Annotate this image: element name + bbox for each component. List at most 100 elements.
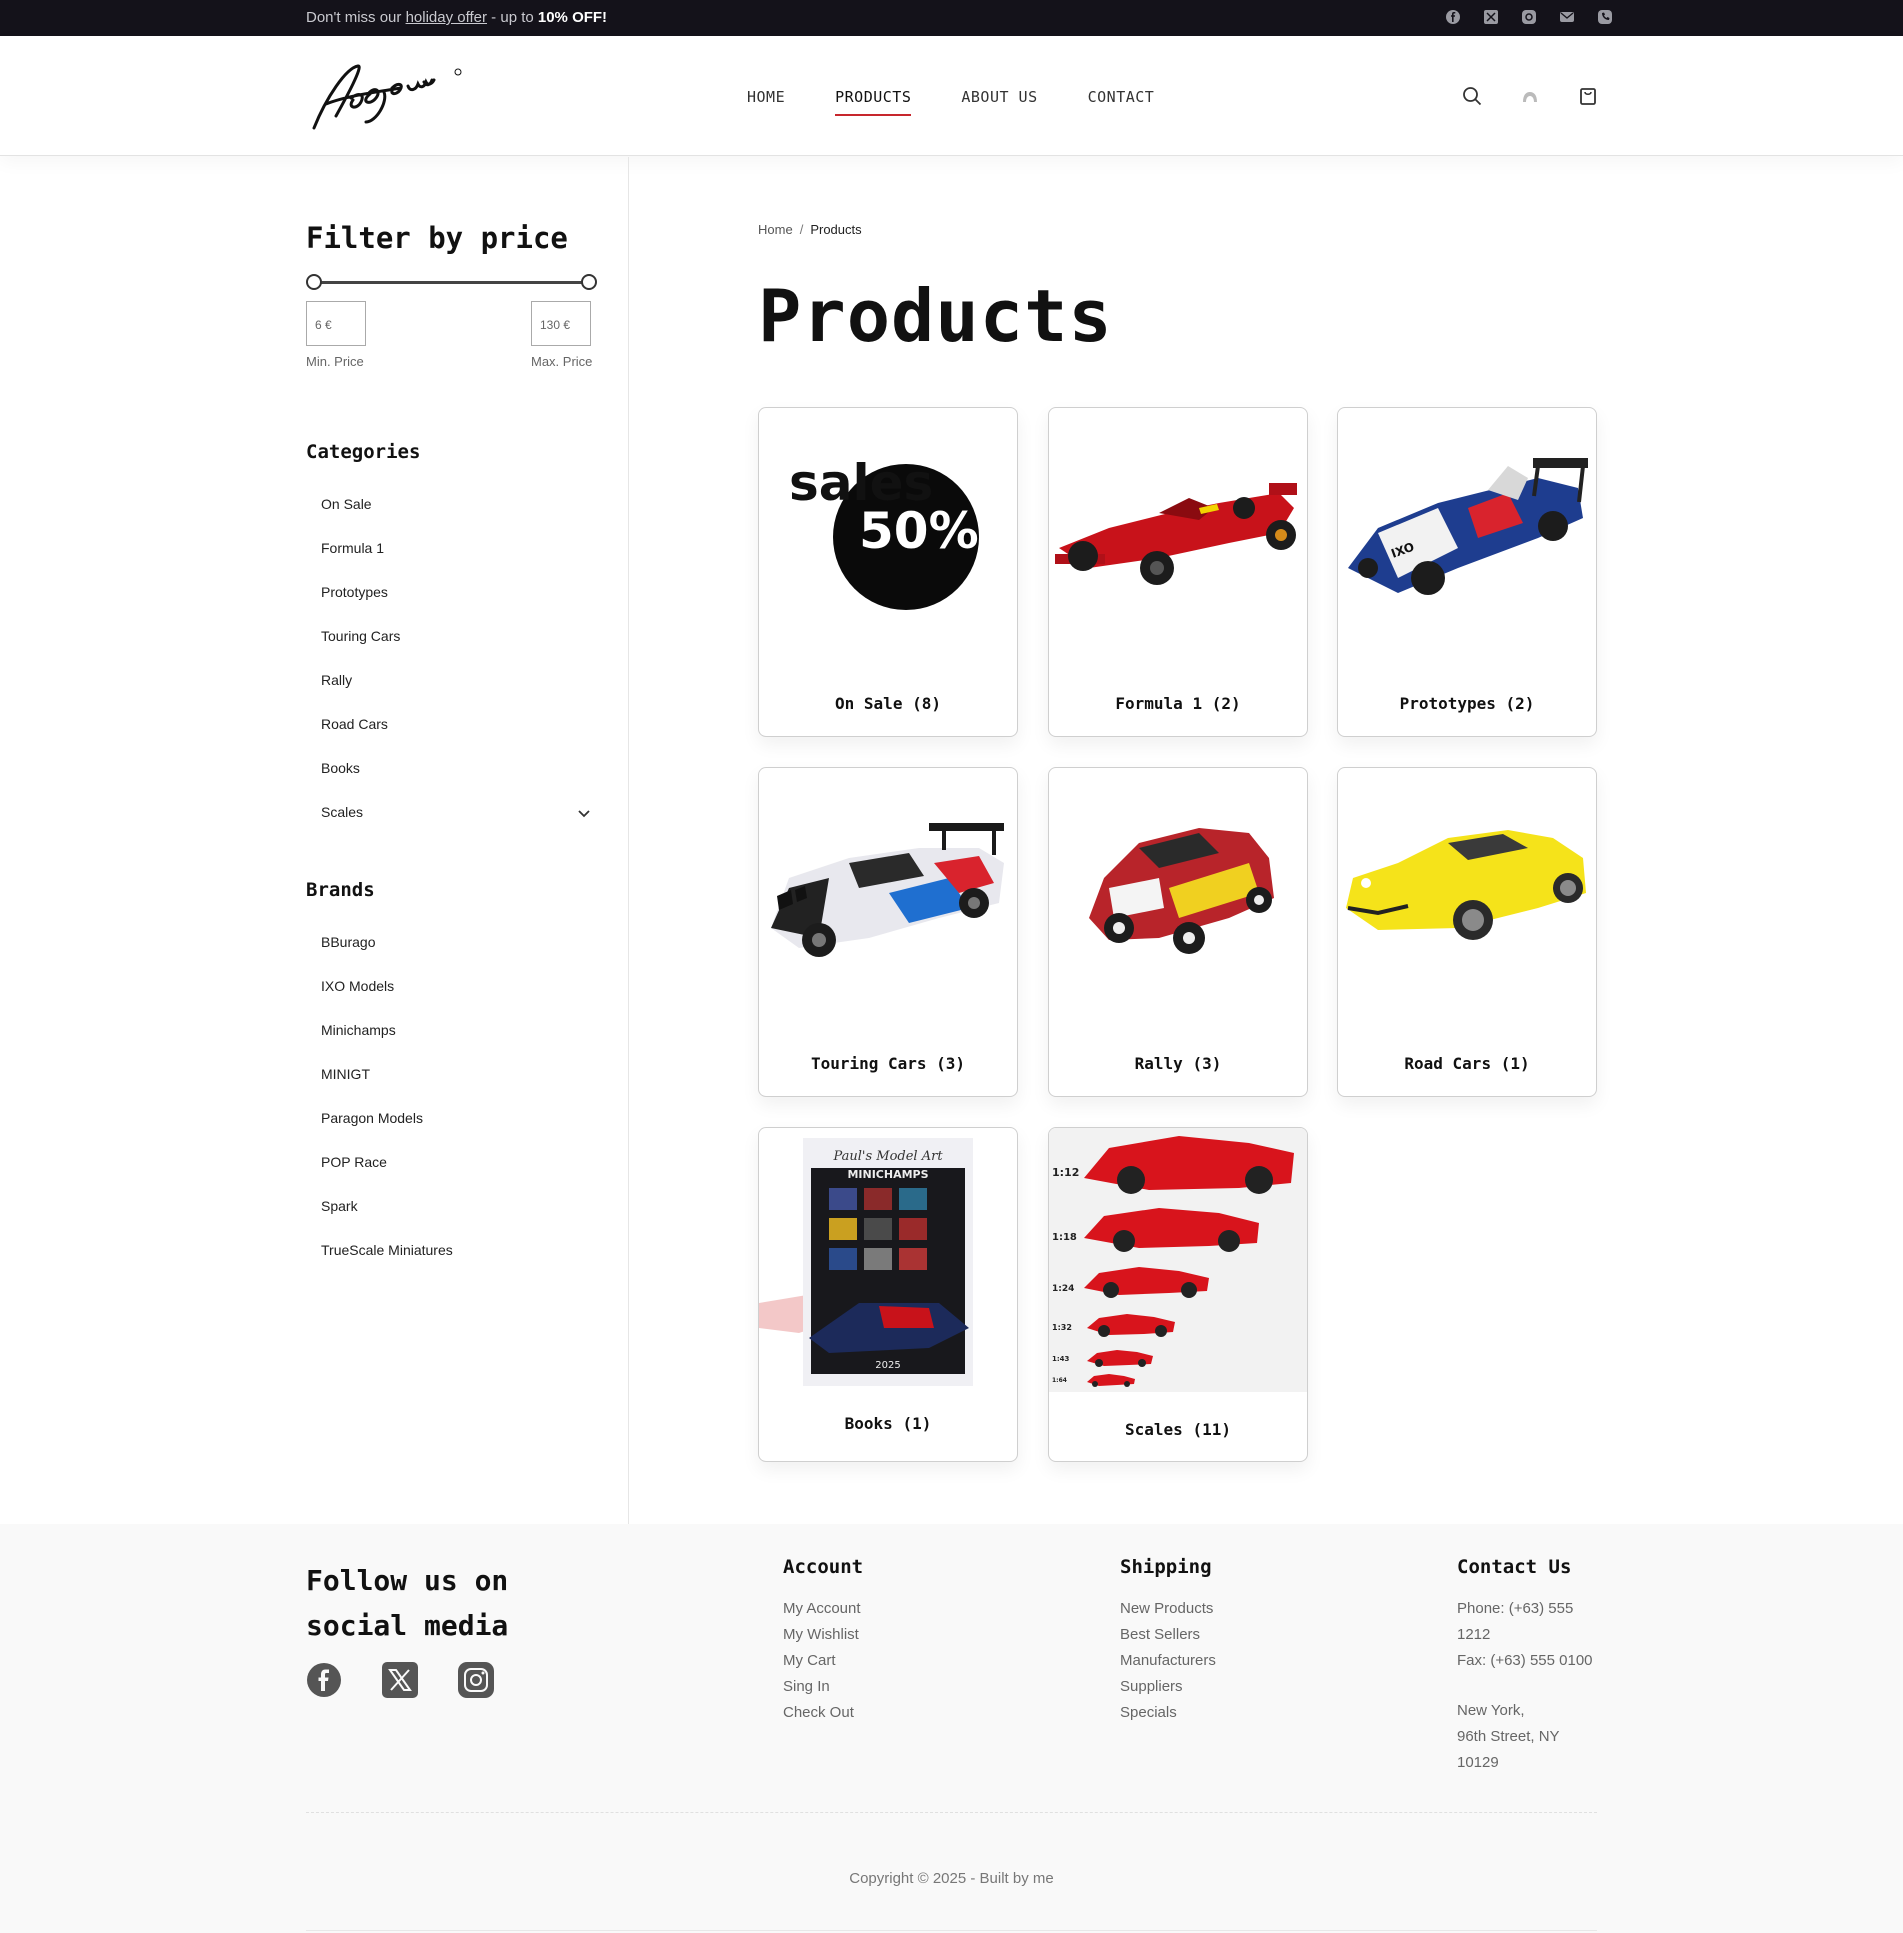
sales-percent: 50% [859, 502, 979, 560]
footer-link-specials[interactable]: Specials [1120, 1700, 1216, 1726]
mail-icon[interactable] [1559, 9, 1575, 25]
nav-home[interactable]: HOME [747, 88, 785, 116]
scale-1-12: 1:12 [1052, 1166, 1079, 1179]
search-icon[interactable] [1462, 86, 1482, 106]
scale-1-18: 1:18 [1052, 1232, 1077, 1243]
brand-truescale-miniatures[interactable]: TrueScale Miniatures [321, 1242, 591, 1286]
categories-list: On Sale Formula 1 Prototypes Touring Car… [321, 496, 591, 848]
chevron-down-icon[interactable] [577, 806, 591, 820]
offer-prefix: Don't miss our [306, 9, 406, 26]
footer-shipping-title: Shipping [1120, 1556, 1212, 1578]
category-card-books[interactable]: Paul's Model Art MINICHAMPS 2025 Books (… [758, 1127, 1018, 1462]
max-price-field[interactable]: 130 € [531, 301, 591, 346]
contact-fax: Fax: (+63) 555 0100 [1457, 1652, 1593, 1669]
instagram-icon[interactable] [1521, 9, 1537, 25]
phone-icon[interactable] [1597, 9, 1613, 25]
card-label: Scales (11) [1125, 1420, 1231, 1439]
rally-car-image [1089, 828, 1274, 954]
x-icon[interactable] [1483, 9, 1499, 25]
card-label: On Sale (8) [835, 694, 941, 713]
footer-link-my-wishlist[interactable]: My Wishlist [783, 1622, 863, 1648]
footer-link-my-account[interactable]: My Account [783, 1596, 863, 1622]
category-prototypes[interactable]: Prototypes [321, 584, 591, 628]
footer-follow-title: Follow us on social media [306, 1564, 509, 1642]
holiday-offer-link[interactable]: holiday offer [406, 9, 487, 26]
card-label: Road Cars (1) [1404, 1054, 1530, 1073]
brand-pop-race[interactable]: POP Race [321, 1154, 591, 1198]
user-icon[interactable] [1520, 86, 1540, 106]
footer-link-new-products[interactable]: New Products [1120, 1596, 1216, 1622]
category-scales[interactable]: Scales [321, 804, 591, 848]
brand-minichamps[interactable]: Minichamps [321, 1022, 591, 1066]
card-label: Books (1) [844, 1414, 932, 1433]
footer-social-links [306, 1662, 494, 1698]
category-on-sale[interactable]: On Sale [321, 496, 591, 540]
category-touring-cars[interactable]: Touring Cars [321, 628, 591, 672]
breadcrumb-separator: / [799, 222, 804, 237]
nav-contact[interactable]: CONTACT [1088, 88, 1155, 116]
footer-link-sign-in[interactable]: Sing In [783, 1674, 863, 1700]
footer-link-check-out[interactable]: Check Out [783, 1700, 863, 1726]
category-card-prototypes[interactable]: IXO Prototypes (2) [1337, 407, 1597, 737]
card-label: Prototypes (2) [1399, 694, 1535, 713]
offer-discount: 10% OFF! [537, 9, 608, 26]
formula-1-car-image [1055, 483, 1297, 585]
breadcrumb: Home / Products [758, 222, 862, 237]
sales-badge-image: sales 50% [789, 454, 979, 610]
contact-phone-line-1: Phone: (+63) 555 [1457, 1600, 1574, 1617]
footer-account-column: Account My Account My Wishlist My Cart S… [783, 1556, 863, 1726]
facebook-icon[interactable] [306, 1662, 342, 1698]
scale-1-64: 1:64 [1052, 1377, 1067, 1384]
brand-minigt[interactable]: MINIGT [321, 1066, 591, 1110]
breadcrumb-current: Products [810, 222, 862, 237]
site-logo[interactable] [306, 58, 466, 134]
category-card-scales[interactable]: 1:12 1:18 1:24 1:32 1:43 1:64 Scales (11… [1048, 1127, 1308, 1462]
brand-ixo-models[interactable]: IXO Models [321, 978, 591, 1022]
category-card-on-sale[interactable]: sales 50% On Sale (8) [758, 407, 1018, 737]
category-formula-1[interactable]: Formula 1 [321, 540, 591, 584]
min-price-label: Min. Price [306, 354, 364, 369]
footer-divider [306, 1812, 1597, 1813]
instagram-icon[interactable] [458, 1662, 494, 1698]
category-road-cars[interactable]: Road Cars [321, 716, 591, 760]
category-books[interactable]: Books [321, 760, 591, 804]
x-icon[interactable] [382, 1662, 418, 1698]
brand-paragon-models[interactable]: Paragon Models [321, 1110, 591, 1154]
nav-about-us[interactable]: ABOUT US [961, 88, 1037, 116]
category-scales-label: Scales [321, 804, 364, 820]
book-year: 2025 [875, 1360, 900, 1371]
brand-spark[interactable]: Spark [321, 1198, 591, 1242]
price-slider-track[interactable] [313, 281, 595, 284]
max-price-label: Max. Price [531, 354, 593, 369]
category-rally[interactable]: Rally [321, 672, 591, 716]
scale-1-43: 1:43 [1052, 1355, 1070, 1363]
brand-bburago[interactable]: BBurago [321, 934, 591, 978]
footer-link-my-cart[interactable]: My Cart [783, 1648, 863, 1674]
category-card-touring-cars[interactable]: Touring Cars (3) [758, 767, 1018, 1097]
category-card-rally[interactable]: Rally (3) [1048, 767, 1308, 1097]
footer-link-best-sellers[interactable]: Best Sellers [1120, 1622, 1216, 1648]
facebook-icon[interactable] [1445, 9, 1461, 25]
price-slider-max-handle[interactable] [581, 274, 597, 290]
footer-contact-column: Contact Us Phone: (+63) 555 1212 Fax: (+… [1457, 1556, 1593, 1776]
contact-address-line-3: 10129 [1457, 1754, 1499, 1771]
page-title: Products [758, 274, 1113, 358]
footer-bottom-line [306, 1930, 1597, 1931]
category-card-road-cars[interactable]: Road Cars (1) [1337, 767, 1597, 1097]
prototype-car-image: IXO [1348, 458, 1588, 595]
site-footer: Follow us on social media Account My Acc… [0, 1524, 1903, 1933]
sidebar-divider [628, 157, 629, 1524]
footer-link-suppliers[interactable]: Suppliers [1120, 1674, 1216, 1700]
scales-comparison-image: 1:12 1:18 1:24 1:32 1:43 1:64 [1049, 1128, 1307, 1392]
card-label: Formula 1 (2) [1115, 694, 1241, 713]
breadcrumb-home[interactable]: Home [758, 222, 793, 237]
touring-car-image [771, 823, 1004, 957]
price-slider-min-handle[interactable] [306, 274, 322, 290]
book-image: Paul's Model Art MINICHAMPS 2025 [759, 1138, 973, 1386]
road-car-image [1346, 830, 1586, 940]
cart-icon[interactable] [1578, 86, 1598, 106]
category-card-formula-1[interactable]: Formula 1 (2) [1048, 407, 1308, 737]
footer-link-manufacturers[interactable]: Manufacturers [1120, 1648, 1216, 1674]
min-price-field[interactable]: 6 € [306, 301, 366, 346]
nav-products[interactable]: PRODUCTS [835, 88, 912, 116]
